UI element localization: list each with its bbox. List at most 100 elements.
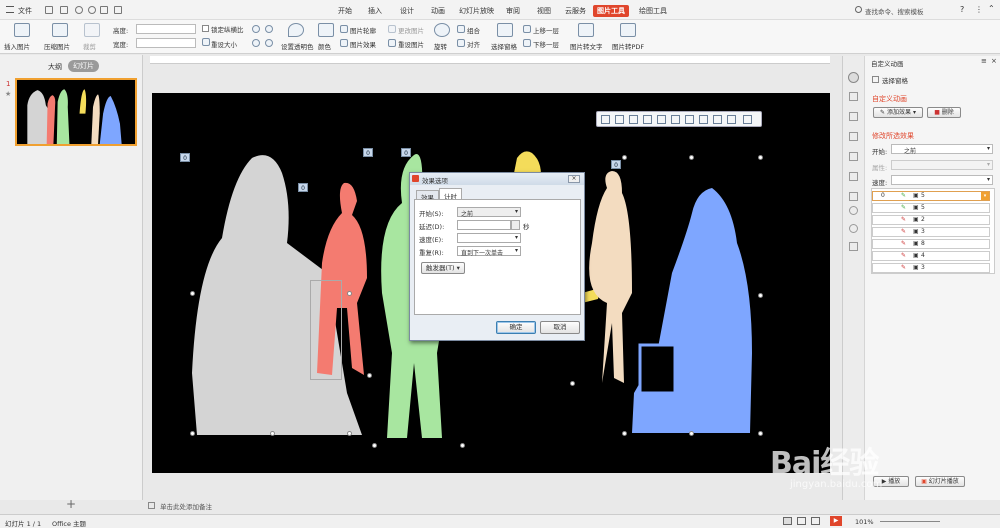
save-icon[interactable] xyxy=(45,6,53,14)
anim-item-menu-icon[interactable]: ▾ xyxy=(981,192,989,200)
shape-pane-icon[interactable] xyxy=(849,92,858,101)
property-dropdown[interactable]: ▾ xyxy=(891,160,993,170)
resize-handle[interactable] xyxy=(622,431,627,436)
color-icon[interactable] xyxy=(318,23,334,37)
align-middle-icon[interactable] xyxy=(657,115,666,124)
selection-pane-link[interactable]: 选择窗格 xyxy=(882,75,908,85)
picture-outline-button[interactable]: 图片轮廓 xyxy=(350,25,376,35)
animation-pane-icon[interactable] xyxy=(848,72,859,83)
tab-picture-tools[interactable]: 图片工具 xyxy=(593,5,629,17)
help-pane-icon[interactable] xyxy=(849,224,858,233)
animation-list-item[interactable]: 0 ✎ ▣ 5 ▾ xyxy=(872,191,990,201)
resize-handle[interactable] xyxy=(190,291,195,296)
pic-to-pdf-icon[interactable] xyxy=(620,23,636,37)
pane-menu-icon[interactable]: ≡ xyxy=(981,57,987,65)
backup-pane-icon[interactable] xyxy=(849,172,858,181)
repeat-select[interactable]: 直到下一次单击 ▾ xyxy=(457,246,521,257)
animation-order-badge[interactable]: 0 xyxy=(363,148,373,157)
compress-picture-button[interactable]: 压缩图片 xyxy=(44,41,70,51)
pane-close-icon[interactable]: × xyxy=(991,57,997,65)
resize-handle[interactable] xyxy=(270,431,275,436)
notes-placeholder[interactable]: 单击此处添加备注 xyxy=(160,501,212,511)
same-height-icon[interactable] xyxy=(727,115,736,124)
start-select[interactable]: 之前 ▾ xyxy=(457,207,521,218)
crop-icon[interactable] xyxy=(84,23,100,37)
tab-home[interactable]: 开始 xyxy=(334,5,356,17)
search-input[interactable]: 查找命令、搜索模板 xyxy=(865,6,924,16)
zoom-level[interactable]: 101% xyxy=(855,518,874,526)
tab-insert[interactable]: 插入 xyxy=(364,5,386,17)
tab-animation[interactable]: 动画 xyxy=(427,5,449,17)
animation-order-badge[interactable]: 0 xyxy=(180,153,190,162)
pic-to-pdf-button[interactable]: 图片转PDF xyxy=(612,41,644,51)
group-button[interactable]: 组合 xyxy=(467,25,480,35)
speed-dropdown[interactable]: ▾ xyxy=(891,175,993,185)
pic-to-text-button[interactable]: 图片转文字 xyxy=(570,41,603,51)
align-center-icon[interactable] xyxy=(615,115,624,124)
flip-v-icon[interactable] xyxy=(265,39,273,47)
bring-forward-icon[interactable] xyxy=(523,25,531,33)
insert-picture-icon[interactable] xyxy=(14,23,30,37)
quick-access-more-icon[interactable] xyxy=(114,6,122,14)
start-dropdown[interactable]: 之前 ▾ xyxy=(891,144,993,155)
selection-pane-button[interactable]: 选择窗格 xyxy=(491,41,517,51)
menu-icon[interactable] xyxy=(6,6,14,13)
tab-design[interactable]: 设计 xyxy=(396,5,418,17)
resize-handle[interactable] xyxy=(347,291,352,296)
pic-to-text-icon[interactable] xyxy=(578,23,594,37)
same-size-icon[interactable] xyxy=(743,115,752,124)
redo-icon[interactable] xyxy=(88,6,96,14)
lock-ratio-checkbox[interactable] xyxy=(202,25,209,32)
send-backward-button[interactable]: 下移一层 xyxy=(533,39,559,49)
resize-handle[interactable] xyxy=(347,431,352,436)
speed-select[interactable]: ▾ xyxy=(457,233,521,243)
normal-view-icon[interactable] xyxy=(783,517,792,525)
same-width-icon[interactable] xyxy=(713,115,722,124)
reset-size-icon[interactable] xyxy=(202,38,210,46)
trigger-button[interactable]: 触发器(T) ▾ xyxy=(421,262,465,274)
picture-effect-button[interactable]: 图片效果 xyxy=(350,39,376,49)
change-picture-icon[interactable] xyxy=(388,25,396,33)
animation-list-item[interactable]: ✎ ▣ 3 xyxy=(872,227,990,237)
group-icon[interactable] xyxy=(457,25,465,33)
tab-slides[interactable]: 幻灯片 xyxy=(68,60,99,72)
tab-cloud[interactable]: 云服务 xyxy=(561,5,590,17)
selection-pane-icon[interactable] xyxy=(497,23,513,37)
align-icon[interactable] xyxy=(457,39,465,47)
delay-input[interactable] xyxy=(457,220,511,230)
slideshow-button[interactable]: ▣ 幻灯片播放 xyxy=(915,476,965,487)
slide-library-icon[interactable] xyxy=(849,192,858,201)
dialog-close-icon[interactable]: × xyxy=(568,175,580,183)
align-right-icon[interactable] xyxy=(629,115,638,124)
animation-list-item[interactable]: ✎ ▣ 8 xyxy=(872,239,990,249)
resize-handle[interactable] xyxy=(460,443,465,448)
resize-handle[interactable] xyxy=(758,431,763,436)
flip-h-icon[interactable] xyxy=(252,39,260,47)
format-pane-icon[interactable] xyxy=(849,152,858,161)
color-button[interactable]: 颜色 xyxy=(318,41,331,51)
search-icon[interactable] xyxy=(855,6,862,13)
rotate-right-icon[interactable] xyxy=(265,25,273,33)
cancel-button[interactable]: 取消 xyxy=(540,321,580,334)
print-icon[interactable] xyxy=(60,6,68,14)
resize-handle[interactable] xyxy=(367,373,372,378)
animation-order-badge[interactable]: 0 xyxy=(611,160,621,169)
resize-handle[interactable] xyxy=(758,293,763,298)
align-button[interactable]: 对齐 xyxy=(467,39,480,49)
reset-size-button[interactable]: 重设大小 xyxy=(211,39,237,49)
resize-handle[interactable] xyxy=(758,155,763,160)
rotate-icon[interactable] xyxy=(434,23,450,37)
transparent-color-button[interactable]: 设置透明色 xyxy=(281,41,314,51)
add-effect-button[interactable]: ✎ 添加效果 ▾ xyxy=(873,107,923,118)
change-picture-button[interactable]: 更改图片 xyxy=(398,25,424,35)
animation-order-badge[interactable]: 0 xyxy=(401,148,411,157)
resize-handle[interactable] xyxy=(570,381,575,386)
slide-thumbnail[interactable] xyxy=(15,78,137,146)
reading-view-icon[interactable] xyxy=(811,517,820,525)
bring-forward-button[interactable]: 上移一层 xyxy=(533,25,559,35)
rotate-left-icon[interactable] xyxy=(252,25,260,33)
transition-pane-icon[interactable] xyxy=(849,132,858,141)
distribute-h-icon[interactable] xyxy=(685,115,694,124)
ok-button[interactable]: 确定 xyxy=(496,321,536,334)
delay-spinner[interactable] xyxy=(511,220,520,230)
